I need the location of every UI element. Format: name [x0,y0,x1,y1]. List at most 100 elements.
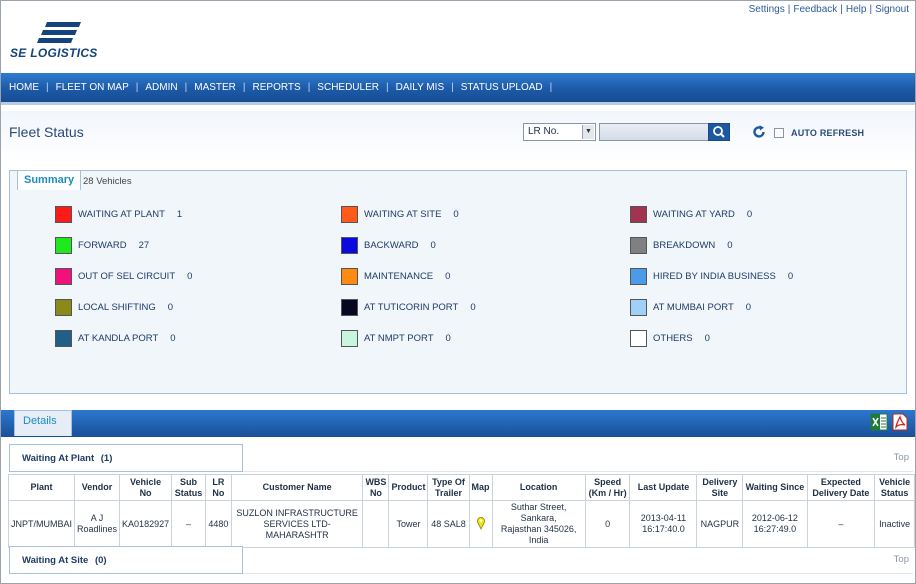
nav-admin[interactable]: ADMIN [145,82,184,93]
nav-home[interactable]: HOME [9,82,46,93]
cell-map [468,500,493,548]
cell-product: Tower [388,500,429,548]
legend-item[interactable]: HIRED BY INDIA BUSINESS 0 [630,267,793,285]
cell-last-update: 2013-04-11 16:17:40.0 [629,500,698,548]
pdf-export-icon[interactable] [891,413,909,431]
top-link[interactable]: Top [894,452,909,463]
auto-refresh-checkbox[interactable] [774,128,784,138]
nav-status-upload[interactable]: STATUS UPLOAD [461,82,550,93]
legend-item[interactable]: BACKWARD 0 [341,236,436,254]
legend-label: BACKWARD [364,239,419,251]
nav-reports[interactable]: REPORTS [253,82,308,93]
legend-item[interactable]: MAINTENANCE 0 [341,267,450,285]
settings-link[interactable]: Settings [749,4,785,15]
refresh-icon[interactable] [751,124,767,140]
excel-export-icon[interactable] [870,413,888,431]
col-vendor[interactable]: Vendor [74,474,121,501]
col-speed[interactable]: Speed (Km / Hr) [584,474,631,501]
cell-trailer: 48 SAL8 [427,500,470,548]
vehicle-count: 28 Vehicles [83,176,132,187]
nav-fleet-on-map[interactable]: FLEET ON MAP [56,82,136,93]
legend-count: 0 [445,332,451,344]
legend-count: 0 [746,208,753,220]
col-product[interactable]: Product [388,474,429,501]
search-button[interactable] [708,123,730,141]
cell-speed: 0 [584,500,631,548]
col-last-update[interactable]: Last Update [629,474,698,501]
details-table: Plant Vendor Vehicle No Sub Status LR No Cu… [7,474,915,548]
group-title: Waiting At Plant [22,453,95,464]
legend-item[interactable]: WAITING AT YARD 0 [630,205,752,223]
table-row[interactable]: JNPT/MUMBAI A J Roadlines KA0182927 – 448… [7,500,915,548]
status-swatch [630,298,647,316]
search-input[interactable] [599,123,709,141]
cell-lr-no: 4480 [204,500,232,548]
legend-count: 0 [187,270,193,282]
legend-item[interactable]: OTHERS 0 [630,329,710,347]
legend-label: MAINTENANCE [364,270,434,282]
col-waiting-since[interactable]: Waiting Since [742,474,808,501]
legend-count: 0 [167,301,174,313]
map-pin-icon[interactable] [476,516,486,530]
tab-summary[interactable]: Summary [17,170,82,190]
legend-label: AT KANDLA PORT [78,332,159,344]
col-location[interactable]: Location [491,474,586,501]
col-plant[interactable]: Plant [7,474,76,501]
cell-vehicle-status: Inactive [874,500,915,548]
col-sub-status[interactable]: Sub Status [171,474,206,501]
group-header-waiting-at-plant: Waiting At Plant (1) [9,444,243,472]
legend-label: LOCAL SHIFTING [78,301,156,313]
col-vehicle-no[interactable]: Vehicle No [119,474,173,501]
col-vehicle-status[interactable]: Vehicle Status [874,474,915,501]
brand-name: SE LOGISTICS [10,46,98,60]
legend-item[interactable]: AT MUMBAI PORT 0 [630,298,751,316]
legend-label: WAITING AT SITE [364,208,442,220]
col-delivery-site[interactable]: Delivery Site [696,474,744,501]
legend-item[interactable]: WAITING AT PLANT 1 [55,205,182,223]
legend-item[interactable]: WAITING AT SITE 0 [341,205,459,223]
top-link[interactable]: Top [894,554,909,565]
feedback-link[interactable]: Feedback [793,4,837,15]
col-expected-delivery[interactable]: Expected Delivery Date [806,474,876,501]
legend-item[interactable]: AT TUTICORIN PORT 0 [341,298,476,316]
legend-item[interactable]: AT NMPT PORT 0 [341,329,451,347]
legend-count: 0 [704,332,710,344]
cell-location: Suthar Street, Sankara, Rajasthan 345026,… [491,500,586,548]
cell-plant: JNPT/MUMBAI [7,500,76,548]
legend-count: 0 [453,208,459,220]
search-type-select[interactable]: LR No. ▼ [523,123,596,141]
legend-label: AT TUTICORIN PORT [364,301,459,313]
status-swatch [55,236,72,254]
chevron-down-icon[interactable]: ▼ [582,125,594,139]
help-link[interactable]: Help [846,4,867,15]
legend-item[interactable]: AT KANDLA PORT 0 [55,329,176,347]
signout-link[interactable]: Signout [875,4,909,15]
tab-details[interactable]: Details [14,410,72,436]
nav-master[interactable]: MASTER [194,82,243,93]
legend-count: 0 [787,270,794,282]
top-links: Settings | Feedback | Help | Signout [748,4,909,15]
col-wbs-no[interactable]: WBS No [362,474,390,501]
page-title: Fleet Status [9,124,84,140]
legend-count: 27 [138,239,150,251]
cell-wbs-no [362,500,390,548]
auto-refresh-label: AUTO REFRESH [791,128,865,138]
legend-label: HIRED BY INDIA BUSINESS [653,270,776,282]
legend-item[interactable]: FORWARD 27 [55,236,149,254]
legend-label: WAITING AT YARD [653,208,735,220]
nav-scheduler[interactable]: SCHEDULER [317,82,386,93]
cell-vendor: A J Roadlines [74,500,121,548]
col-map[interactable]: Map [468,474,493,501]
legend-item[interactable]: BREAKDOWN 0 [630,236,733,254]
legend-item[interactable]: OUT OF SEL CIRCUIT 0 [55,267,192,285]
col-type-of-trailer[interactable]: Type Of Trailer [427,474,470,501]
legend-item[interactable]: LOCAL SHIFTING 0 [55,298,173,316]
col-lr-no[interactable]: LR No [204,474,232,501]
legend-label: AT MUMBAI PORT [653,301,734,313]
status-swatch [630,267,647,285]
status-swatch [341,205,358,223]
legend-count: 0 [445,270,451,282]
col-customer-name[interactable]: Customer Name [230,474,364,501]
legend-label: FORWARD [78,239,127,251]
nav-daily-mis[interactable]: DAILY MIS [396,82,452,93]
